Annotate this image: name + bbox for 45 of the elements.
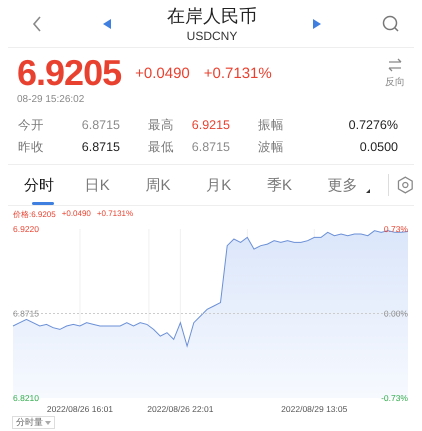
next-triangle-icon[interactable] — [313, 18, 321, 28]
volume-dropdown[interactable]: 分时量 — [12, 416, 55, 429]
legend-value: 价格:6.9205 — [13, 209, 56, 220]
timestamp: 08-29 15:26:02 — [17, 94, 86, 105]
period-tab[interactable]: 月K — [206, 165, 267, 205]
y-axis-label: 6.8715 — [13, 308, 39, 318]
stat-label: 最低 — [148, 139, 175, 156]
search-icon[interactable] — [382, 14, 400, 32]
stat-value: 6.8715 — [80, 117, 121, 134]
stat-label: 振幅 — [258, 117, 285, 134]
percent-axis-label: 0.00% — [384, 308, 408, 318]
percent-axis-label: -0.73% — [381, 393, 408, 403]
swap-icon[interactable] — [388, 58, 402, 72]
price-change: +0.0490 — [135, 64, 190, 82]
stat-value: 6.8715 — [190, 139, 231, 156]
caret-icon — [45, 420, 51, 424]
stat-value: 0.7276% — [348, 117, 399, 134]
stat-label: 最高 — [148, 117, 175, 134]
current-price: 6.9205 — [17, 52, 122, 94]
stat-value: 6.9215 — [190, 117, 231, 134]
change-percent: +0.7131% — [204, 64, 272, 82]
legend-value: +0.0490 — [62, 209, 91, 220]
period-tab[interactable]: 分时 — [24, 165, 85, 205]
stat-label: 昨收 — [18, 139, 45, 156]
stat-value: 0.0500 — [358, 139, 399, 156]
symbol-code: USDCNY — [186, 28, 238, 42]
previous-triangle-icon[interactable] — [103, 18, 111, 28]
y-axis-label: 6.9220 — [13, 224, 39, 234]
stat-value: 6.8715 — [80, 139, 121, 156]
page-title: 在岸人民币 — [167, 4, 257, 26]
period-tab[interactable]: 更多 — [328, 165, 388, 205]
stat-label: 波幅 — [258, 139, 285, 156]
period-tab[interactable]: 周K — [145, 165, 206, 205]
settings-icon[interactable] — [397, 176, 414, 194]
percent-axis-label: 0.73% — [384, 224, 408, 234]
x-axis-label: 2022/08/29 13:05 — [281, 404, 348, 412]
stat-label: 今开 — [18, 117, 45, 134]
legend-value: +0.7131% — [96, 209, 134, 220]
y-axis-label: 6.8210 — [13, 393, 39, 403]
period-tab[interactable]: 季K — [266, 165, 328, 205]
x-axis-label: 2022/08/26 16:01 — [46, 404, 114, 412]
back-icon[interactable] — [32, 16, 42, 32]
reverse-button[interactable]: 反向 — [385, 74, 405, 88]
period-tab[interactable]: 日K — [84, 165, 146, 205]
x-axis-label: 2022/08/26 22:01 — [147, 404, 214, 412]
